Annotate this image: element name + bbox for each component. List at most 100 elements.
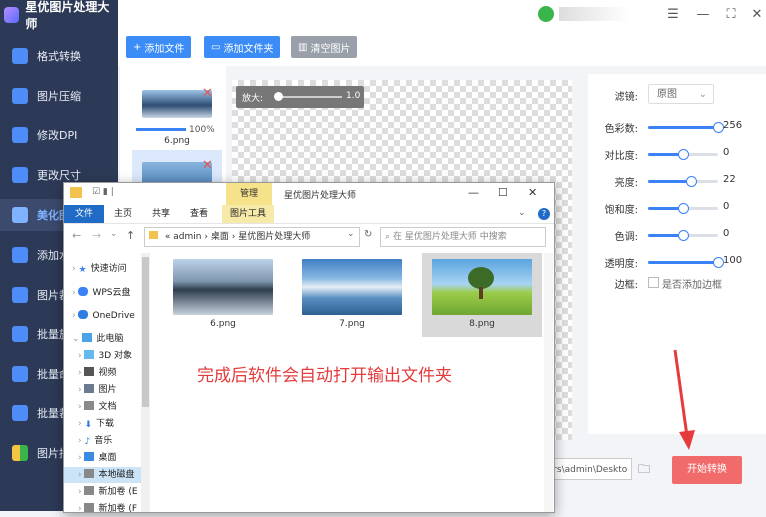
forward-arrow-icon[interactable]: → xyxy=(92,229,101,242)
chevron-right-icon: › xyxy=(78,419,82,429)
output-bar: sers\admin\Deskto 🗀 开始转换 xyxy=(540,446,766,496)
breadcrumb-folder[interactable]: 星优图片处理大师 xyxy=(238,232,310,242)
chevron-right-icon: › xyxy=(72,264,76,274)
add-folder-button[interactable]: ▭ 添加文件夹 xyxy=(204,36,281,58)
file-explorer-window[interactable]: ☑ ▮ | 管理 星优图片处理大师 — ☐ ✕ 文件 主页 共享 查看 图片工具… xyxy=(63,182,555,514)
nav-item-documents[interactable]: › 文档 xyxy=(78,399,117,415)
file-item[interactable]: 7.png xyxy=(292,253,412,337)
slider-knob[interactable] xyxy=(685,176,697,187)
dpi-icon xyxy=(12,127,28,143)
search-icon: ⌕ xyxy=(385,232,391,242)
chevron-right-icon: › xyxy=(78,470,82,480)
cloud-icon xyxy=(78,287,89,296)
scrollbar-thumb[interactable] xyxy=(142,257,149,407)
help-icon[interactable]: ? xyxy=(538,208,550,220)
slider-brightness[interactable]: 亮度: 22 xyxy=(588,173,766,189)
border-row: 边框: 是否添加边框 xyxy=(588,275,766,291)
open-folder-icon[interactable]: 🗀 xyxy=(638,460,656,478)
chevron-right-icon: › xyxy=(78,504,82,514)
back-arrow-icon[interactable]: ← xyxy=(72,229,81,242)
zoom-slider-knob[interactable] xyxy=(274,92,283,101)
sidebar-item-dpi[interactable]: 修改DPI xyxy=(0,119,118,151)
add-file-button[interactable]: + 添加文件 xyxy=(126,36,192,58)
search-input[interactable]: ⌕ 在 星优图片处理大师 中搜索 xyxy=(380,227,546,247)
nav-item-local-disk[interactable]: › 本地磁盘 xyxy=(64,467,141,483)
stitch-icon xyxy=(12,445,28,461)
nav-item-wps-cloud[interactable]: › WPS云盘 xyxy=(72,285,131,301)
refresh-icon[interactable]: ↻ xyxy=(364,229,372,240)
zoom-slider-track[interactable] xyxy=(276,96,342,98)
sidebar-item-format-convert[interactable]: 格式转换 xyxy=(0,40,118,72)
nav-item-videos[interactable]: › 视频 xyxy=(78,365,117,381)
minimize-icon[interactable]: — xyxy=(468,186,479,199)
filter-select[interactable]: 原图 ⌄ xyxy=(648,84,714,104)
start-convert-button[interactable]: 开始转换 xyxy=(672,456,742,484)
rename-icon xyxy=(12,366,28,382)
border-checkbox[interactable] xyxy=(648,277,659,288)
nav-item-this-pc[interactable]: ⌄ 此电脑 xyxy=(72,331,123,347)
quick-access-toolbar-icon[interactable]: ☑ ▮ | xyxy=(92,187,114,197)
chevron-down-icon[interactable]: ⌄ xyxy=(110,229,118,239)
nav-item-downloads[interactable]: › ⬇ 下载 xyxy=(78,416,114,432)
zoom-value: 1.0 xyxy=(346,91,361,101)
slider-hue[interactable]: 色调: 0 xyxy=(588,227,766,243)
nav-item-volume-e[interactable]: › 新加卷 (E xyxy=(78,484,138,500)
tab-share[interactable]: 共享 xyxy=(146,205,176,223)
tab-home[interactable]: 主页 xyxy=(108,205,138,223)
progress-track xyxy=(136,128,186,131)
content-scrollbar[interactable] xyxy=(544,253,553,512)
tab-file[interactable]: 文件 xyxy=(64,205,104,223)
slider-track[interactable] xyxy=(648,230,718,241)
slider-saturation[interactable]: 饱和度: 0 xyxy=(588,200,766,216)
slider-knob[interactable] xyxy=(678,149,689,160)
maximize-icon[interactable]: ☐ xyxy=(498,186,508,199)
nav-scrollbar[interactable] xyxy=(141,253,150,512)
slider-knob[interactable] xyxy=(678,230,689,241)
nav-item-music[interactable]: › ♪ 音乐 xyxy=(78,433,112,449)
sidebar-item-compress[interactable]: 图片压缩 xyxy=(0,80,118,112)
close-icon[interactable]: ✕ xyxy=(748,6,766,24)
address-bar[interactable]: « admin › 桌面 › 星优图片处理大师 xyxy=(144,227,360,247)
chevron-down-icon[interactable]: ⌄ xyxy=(518,208,526,218)
clear-images-button[interactable]: ▥ 清空图片 xyxy=(291,36,358,58)
trash-icon: ▥ xyxy=(298,41,308,53)
slider-track[interactable] xyxy=(648,176,718,187)
image-thumbnail xyxy=(173,259,273,315)
app-title: 星优图片处理大师 xyxy=(25,0,110,31)
delete-icon[interactable]: ✕ xyxy=(202,158,213,173)
chevron-down-icon[interactable]: ⌄ xyxy=(347,229,355,239)
nav-item-quick-access[interactable]: › ★ 快速访问 xyxy=(72,261,127,277)
breadcrumb-admin[interactable]: admin xyxy=(173,232,201,242)
breadcrumb-desktop[interactable]: 桌面 xyxy=(211,232,229,242)
slider-track[interactable] xyxy=(648,203,718,214)
tab-picture-tools[interactable]: 图片工具 xyxy=(222,205,274,223)
slider-track[interactable] xyxy=(648,149,718,160)
delete-icon[interactable]: ✕ xyxy=(202,86,213,101)
file-name: 6.png xyxy=(164,136,190,146)
app-brand: 星优图片处理大师 xyxy=(0,0,118,31)
chevron-right-icon: › xyxy=(78,487,82,497)
desktop-icon xyxy=(84,452,95,461)
slider-track[interactable] xyxy=(648,257,724,268)
slider-knob[interactable] xyxy=(678,203,689,214)
nav-item-onedrive[interactable]: › OneDrive xyxy=(72,308,135,324)
file-item-selected[interactable]: 8.png xyxy=(422,253,542,337)
minimize-icon[interactable]: — xyxy=(694,6,712,24)
settings-icon[interactable]: ☰ xyxy=(664,6,682,24)
nav-item-desktop[interactable]: › 桌面 xyxy=(78,450,117,466)
up-arrow-icon[interactable]: ↑ xyxy=(126,229,135,242)
slider-opacity[interactable]: 透明度: 100 xyxy=(588,254,766,270)
nav-item-3d-objects[interactable]: › 3D 对象 xyxy=(78,348,132,364)
context-tab-manage[interactable]: 管理 xyxy=(226,183,272,205)
slider-color-count[interactable]: 色彩数: 256 xyxy=(588,119,766,135)
user-avatar[interactable] xyxy=(538,6,554,22)
plus-icon: + xyxy=(133,41,142,53)
nav-item-volume-f[interactable]: › 新加卷 (F xyxy=(78,501,137,517)
slider-contrast[interactable]: 对比度: 0 xyxy=(588,146,766,162)
tab-view[interactable]: 查看 xyxy=(184,205,214,223)
close-icon[interactable]: ✕ xyxy=(528,186,537,199)
file-item[interactable]: 6.png xyxy=(163,253,283,337)
slider-track[interactable] xyxy=(648,122,724,133)
maximize-icon[interactable]: ⛶ xyxy=(722,6,740,24)
nav-item-pictures[interactable]: › 图片 xyxy=(78,382,117,398)
